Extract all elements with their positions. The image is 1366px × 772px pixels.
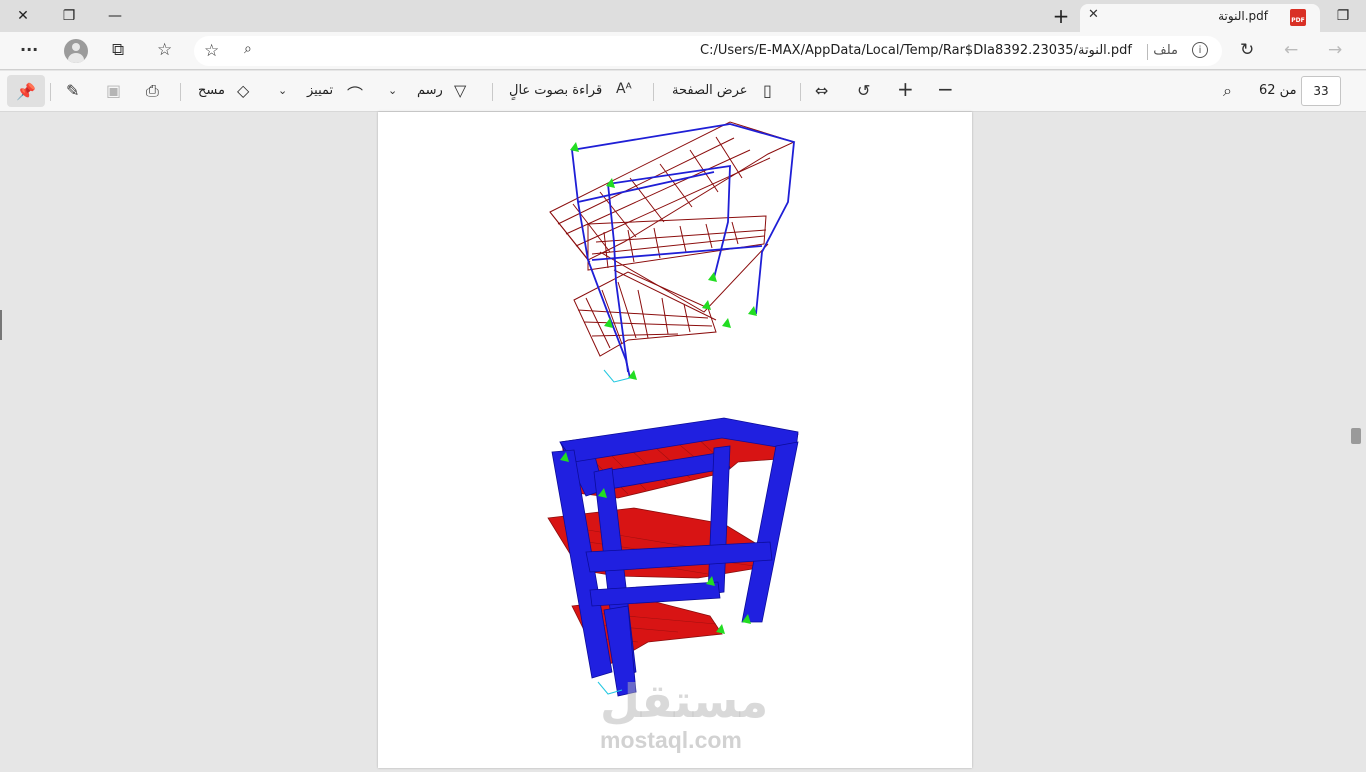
search-icon[interactable]: ⌕ [1223,81,1232,101]
title-bar: ✕ ❐ — + ✕ النوتة.pdf PDF ❐ [0,0,1366,32]
zoom-icon[interactable]: ⌕ [244,41,252,57]
back-icon[interactable]: → [1328,40,1342,60]
toolbar-divider [180,83,181,101]
watermark-logo: مستقل [600,674,769,728]
print-icon[interactable]: ⎙ [146,81,159,101]
zoom-out-icon[interactable]: − [937,77,954,101]
pdf-toolbar: 📌 ✎ ▣ ⎙ مسح ◇ ⌄ تمييز ⌒ ⌄ رسم ▽ قراءة بص… [0,71,1366,112]
forward-icon[interactable]: ← [1284,40,1298,60]
axis-triad [603,369,631,383]
favorites-icon[interactable]: ☆ [157,40,172,60]
pdf-viewer[interactable]: مستقل mostaql.com [0,112,1366,768]
save-as-icon[interactable]: ✎ [66,81,79,100]
tab-actions-icon: ❐ [1336,8,1350,24]
toolbar-divider [492,83,493,101]
plus-icon: + [1052,4,1070,28]
chevron-down-icon[interactable]: ⌄ [388,84,397,97]
slab-bottom-grid [585,281,691,349]
scrollbar-thumb[interactable] [1351,428,1361,444]
pdf-file-icon: PDF [1290,9,1306,26]
rotate-icon[interactable]: ↺ [857,81,870,100]
eraser-icon[interactable]: ◇ [237,81,249,100]
slab-top [549,121,796,261]
draw-button[interactable]: رسم [417,83,443,98]
refresh-icon[interactable]: ↻ [1240,40,1254,60]
frame-top-beam [571,123,795,315]
read-aloud-button[interactable]: قراءة بصوت عالٍ [509,83,602,98]
restore-icon: ❐ [62,8,76,24]
page-total-label: من 62 [1259,83,1297,98]
column-left-back [607,183,629,373]
close-icon: ✕ [17,8,29,24]
highlight-button[interactable]: تمييز [307,83,333,98]
tab-actions-button[interactable]: ❐ [1320,0,1366,32]
close-window-button[interactable]: ✕ [0,0,46,32]
chevron-down-icon[interactable]: ⌄ [278,84,287,97]
toolbar-divider [800,83,801,101]
slab-top-grid [549,136,743,263]
tab-close-icon[interactable]: ✕ [1088,7,1099,22]
collections-icon[interactable]: ⧉ [112,40,124,60]
pin-icon: 📌 [16,81,36,101]
toolbar-divider [653,83,654,101]
wireframe-model [549,121,796,383]
site-info-icon[interactable]: i [1192,42,1208,58]
new-tab-button[interactable]: + [1038,0,1084,32]
restore-window-button[interactable]: ❐ [46,0,92,32]
avatar[interactable] [64,39,88,63]
url-field[interactable]: ☆ ⌕ C:/Users/E-MAX/AppData/Local/Temp/Ra… [194,36,1222,66]
file-label: ملف [1153,43,1178,58]
toolbar-divider [50,83,51,101]
page-view-icon[interactable]: ▯ [763,81,772,100]
minimize-window-button[interactable]: — [92,0,138,32]
tab-title: النوتة.pdf [1218,9,1268,23]
pdf-page: مستقل mostaql.com [378,112,972,768]
fit-to-width-icon[interactable]: ⇔ [815,81,828,100]
erase-button[interactable]: مسح [198,83,225,98]
highlighter-icon[interactable]: ⌒ [347,81,363,105]
minimize-icon: — [108,8,122,24]
address-bar: ··· ⧉ ☆ ☆ ⌕ C:/Users/E-MAX/AppData/Local… [0,32,1366,70]
structure-figures [547,121,799,697]
pin-toolbar-button[interactable]: 📌 [7,75,45,107]
save-icon[interactable]: ▣ [106,81,121,100]
url-text: C:/Users/E-MAX/AppData/Local/Temp/Rar$DI… [700,43,1132,58]
watermark-text: mostaql.com [600,727,742,753]
zoom-in-icon[interactable]: + [897,77,914,101]
support-marker [722,318,731,328]
add-favorite-icon[interactable]: ☆ [204,41,219,61]
pen-icon[interactable]: ▽ [454,81,466,100]
read-aloud-icon[interactable]: Aᴬ [616,81,632,97]
more-menu-icon[interactable]: ··· [20,40,38,59]
tab-active[interactable]: ✕ النوتة.pdf PDF [1080,4,1320,32]
support-marker [702,300,711,310]
solid-model [547,417,799,697]
page-number-input[interactable]: 33 [1301,76,1341,106]
page-view-button[interactable]: عرض الصفحة [672,83,748,98]
slab-mid-grid [591,229,767,255]
scroll-edge [0,310,2,340]
url-separator [1147,44,1148,60]
